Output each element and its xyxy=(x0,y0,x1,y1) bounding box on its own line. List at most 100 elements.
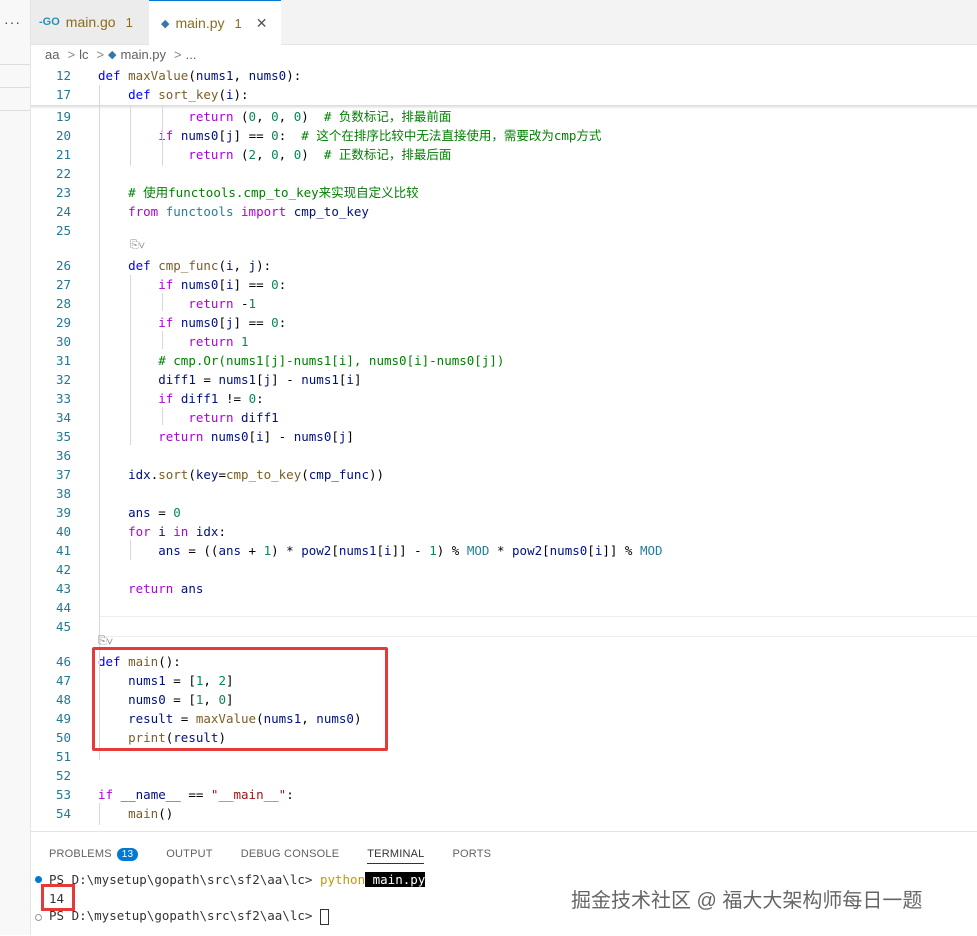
indent-guide xyxy=(130,540,131,560)
code-line[interactable]: 42 xyxy=(31,560,977,579)
code-line[interactable]: 54 main() xyxy=(31,804,977,823)
code-line[interactable]: 23 # 使用functools.cmp_to_key来实现自定义比较 xyxy=(31,183,977,202)
code-text: idx.sort(key=cmp_to_key(cmp_func)) xyxy=(128,467,385,482)
line-number: 23 xyxy=(55,185,71,200)
terminal-line[interactable]: PS D:\mysetup\gopath\src\sf2\aa\lc> pyth… xyxy=(49,870,426,889)
code-line[interactable]: 38 xyxy=(31,484,977,503)
more-actions-icon[interactable]: ··· xyxy=(4,14,21,30)
code-line[interactable]: 20 if nums0[j] == 0: # 这个在排序比较中无法直接使用，需要… xyxy=(31,126,977,145)
breadcrumb-file[interactable]: main.py xyxy=(121,47,167,62)
code-line[interactable]: 25 xyxy=(31,221,977,240)
command-pending-icon xyxy=(35,914,42,921)
chevron-right-icon: > xyxy=(96,47,105,62)
code-line[interactable]: 22 xyxy=(31,164,977,183)
tab-terminal[interactable]: TERMINAL xyxy=(367,845,425,864)
tab-debug-console[interactable]: DEBUG CONSOLE xyxy=(241,845,340,863)
line-number: 30 xyxy=(55,334,71,349)
tab-output[interactable]: OUTPUT xyxy=(166,845,212,863)
code-line[interactable]: 37 idx.sort(key=cmp_to_key(cmp_func)) xyxy=(31,465,977,484)
code-text: def maxValue(nums1, nums0): xyxy=(98,68,302,83)
code-line[interactable]: 19 return (0, 0, 0) # 负数标记，排最前面 xyxy=(31,107,977,126)
indent-guide xyxy=(162,293,163,311)
terminal-prompt: PS D:\mysetup\gopath\src\sf2\aa\lc> xyxy=(49,872,320,887)
command-success-icon xyxy=(35,876,42,883)
code-line[interactable]: 39 ans = 0 xyxy=(31,503,977,522)
tab-problems[interactable]: PROBLEMS 13 xyxy=(49,845,139,863)
code-line[interactable]: 52 xyxy=(31,766,977,785)
breadcrumb-symbol[interactable]: ... xyxy=(186,47,197,62)
terminal-prompt: PS D:\mysetup\gopath\src\sf2\aa\lc> xyxy=(49,908,320,923)
code-line[interactable]: 32 diff1 = nums1[j] - nums1[i] xyxy=(31,370,977,389)
code-line[interactable]: 12 def maxValue(nums1, nums0): xyxy=(31,66,977,85)
code-line[interactable]: 41 ans = ((ans + 1) * pow2[nums1[i]] - 1… xyxy=(31,541,977,560)
code-text: if diff1 != 0: xyxy=(158,391,264,406)
code-line[interactable]: 24 from functools import cmp_to_key xyxy=(31,202,977,221)
line-number: 37 xyxy=(55,467,71,482)
code-text: def cmp_func(i, j): xyxy=(128,258,272,273)
line-number: 50 xyxy=(55,730,71,745)
breadcrumb-folder[interactable]: aa xyxy=(45,47,59,62)
tab-label: DEBUG CONSOLE xyxy=(240,848,340,860)
code-line[interactable]: 27 if nums0[i] == 0: xyxy=(31,275,977,294)
divider xyxy=(0,110,30,111)
panel-tabs: PROBLEMS 13 OUTPUT DEBUG CONSOLE TERMINA… xyxy=(49,845,519,864)
line-number: 44 xyxy=(55,600,71,615)
code-line[interactable]: 17 def sort_key(i): xyxy=(31,85,977,104)
code-text: from functools import cmp_to_key xyxy=(128,204,369,219)
tab-label: PROBLEMS xyxy=(49,848,112,860)
terminal-argument: main.py xyxy=(365,872,426,887)
close-icon[interactable]: ✕ xyxy=(256,15,268,32)
tab-main-go[interactable]: -GO main.go 1 xyxy=(31,0,157,44)
tab-ports[interactable]: PORTS xyxy=(452,845,491,863)
terminal-line[interactable]: PS D:\mysetup\gopath\src\sf2\aa\lc> xyxy=(49,906,329,925)
codelens-icon[interactable]: ⎘∨ xyxy=(130,239,145,252)
code-text: return nums0[i] - nums0[j] xyxy=(158,429,354,444)
breadcrumb: aa > lc > ◆ main.py > ... xyxy=(31,44,977,65)
code-line[interactable]: 29 if nums0[j] == 0: xyxy=(31,313,977,332)
code-line[interactable]: 34 return diff1 xyxy=(31,408,977,427)
annotation-box-main xyxy=(92,647,388,751)
line-number: 53 xyxy=(55,787,71,802)
tab-label: OUTPUT xyxy=(166,848,213,860)
chevron-right-icon: > xyxy=(174,47,182,62)
code-line[interactable]: 21 return (2, 0, 0) # 正数标记，排最后面 xyxy=(31,145,977,164)
code-line[interactable]: 31 # cmp.Or(nums1[j]-nums1[i], nums0[i]-… xyxy=(31,351,977,370)
line-number: 33 xyxy=(55,391,71,406)
line-number: 32 xyxy=(55,372,71,387)
code-text: ans = 0 xyxy=(128,505,181,520)
line-number: 41 xyxy=(55,543,71,558)
line-number: 52 xyxy=(55,768,71,783)
python-file-icon: ◆ xyxy=(161,17,170,30)
code-text: return ans xyxy=(128,581,204,596)
annotation-box-output xyxy=(41,884,75,911)
tab-label: PORTS xyxy=(452,848,492,860)
code-line[interactable]: 28 return -1 xyxy=(31,294,977,313)
problem-count: 1 xyxy=(125,14,133,30)
code-line[interactable]: 35 return nums0[i] - nums0[j] xyxy=(31,427,977,446)
code-line[interactable]: 40 for i in idx: xyxy=(31,522,977,541)
line-number: 22 xyxy=(55,166,71,181)
code-line[interactable]: 33 if diff1 != 0: xyxy=(31,389,977,408)
code-line[interactable]: 53 if __name__ == "__main__": xyxy=(31,785,977,804)
code-line[interactable]: 26 def cmp_func(i, j): xyxy=(31,256,977,275)
code-line[interactable]: 30 return 1 xyxy=(31,332,977,351)
line-number: 17 xyxy=(55,87,71,102)
line-number: 19 xyxy=(55,109,71,124)
breadcrumb-folder[interactable]: lc xyxy=(79,47,88,62)
indent-guide xyxy=(130,106,131,166)
code-line[interactable]: 43 return ans xyxy=(31,579,977,598)
sticky-scroll-shadow xyxy=(31,105,977,109)
code-text: def sort_key(i): xyxy=(128,87,249,102)
tab-main-py[interactable]: ◆ main.py 1 ✕ xyxy=(149,0,281,45)
problems-badge: 13 xyxy=(116,847,139,861)
code-text: return (2, 0, 0) # 正数标记，排最后面 xyxy=(188,147,452,162)
line-number: 51 xyxy=(55,749,71,764)
chevron-right-icon: > xyxy=(67,47,76,62)
code-line[interactable]: 36 xyxy=(31,446,977,465)
line-number: 47 xyxy=(55,673,71,688)
divider xyxy=(0,87,30,88)
tab-label: main.py xyxy=(175,15,225,31)
editor-tab-bar: -GO main.go 1 ◆ main.py 1 ✕ xyxy=(31,0,977,45)
line-number: 54 xyxy=(55,806,71,821)
code-line[interactable]: 44 xyxy=(31,598,977,617)
